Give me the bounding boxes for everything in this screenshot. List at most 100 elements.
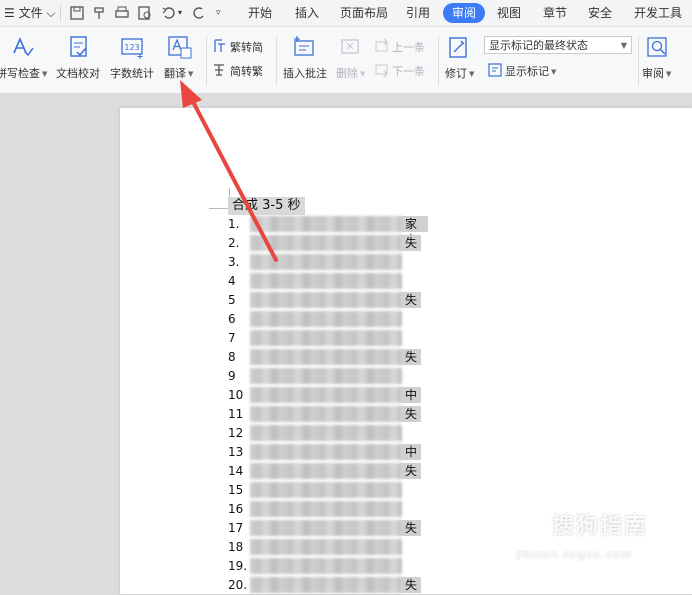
list-item[interactable]: 9 bbox=[228, 367, 428, 386]
list-item[interactable]: 16 bbox=[228, 500, 428, 519]
simp-to-trad-button[interactable]: 简转繁 bbox=[212, 61, 272, 79]
list-item-number: 14 bbox=[228, 464, 244, 478]
blurred-text bbox=[250, 444, 402, 460]
insert-comment-button[interactable]: 插入批注 bbox=[282, 27, 332, 93]
format-painter-icon[interactable] bbox=[90, 4, 108, 22]
list-item[interactable]: 6 bbox=[228, 310, 428, 329]
list-item[interactable]: 2. 失 bbox=[228, 234, 428, 253]
dropdown-arrow-icon: ▼ bbox=[188, 70, 194, 78]
list-item-number: 7 bbox=[228, 331, 236, 345]
document-heading[interactable]: 合成 3-5 秒 bbox=[228, 197, 305, 215]
save-icon[interactable] bbox=[68, 4, 86, 22]
list-item[interactable]: 5失 bbox=[228, 291, 428, 310]
list-item-tail: 失 bbox=[401, 292, 422, 308]
tab-security[interactable]: 安全 bbox=[588, 0, 612, 26]
margin-corner-mark bbox=[209, 188, 230, 209]
word-count-button[interactable]: 123 字数统计 bbox=[108, 27, 158, 93]
list-item-tail: 失 bbox=[401, 406, 422, 422]
prev-comment-icon bbox=[375, 38, 388, 52]
list-item[interactable]: 18 bbox=[228, 538, 428, 557]
blurred-text bbox=[250, 273, 402, 289]
list-item[interactable]: 15 bbox=[228, 481, 428, 500]
undo-icon[interactable] bbox=[160, 4, 178, 22]
list-item-number: 13 bbox=[228, 445, 244, 459]
list-item[interactable]: 14 失 bbox=[228, 462, 428, 481]
app-menu-button[interactable]: ☰ 文件 ⌵ bbox=[4, 0, 56, 26]
tab-review[interactable]: 审阅 bbox=[443, 3, 486, 23]
tab-references[interactable]: 引用 bbox=[406, 0, 430, 26]
dropdown-arrow-icon: ▼ bbox=[551, 68, 557, 76]
review-ribbon: 拼写检查 ▼ 文档校对 123 字数统计 翻译 ▼ 繁转简 简转繁 插入批注 删除 ▼… bbox=[0, 27, 692, 94]
sogou-logo-icon: S bbox=[520, 508, 550, 538]
list-item-number: 10 bbox=[228, 388, 244, 402]
blurred-text bbox=[250, 349, 402, 365]
simp-to-trad-label: 简转繁 bbox=[230, 65, 263, 78]
delete-label: 删除 bbox=[336, 67, 358, 80]
track-changes-icon bbox=[449, 37, 467, 58]
blurred-text bbox=[250, 387, 402, 403]
blurred-text bbox=[250, 558, 402, 574]
list-item-tail: 失 bbox=[401, 463, 422, 479]
print-icon[interactable] bbox=[113, 4, 131, 22]
translate-label: 翻译 bbox=[164, 67, 186, 80]
review-pane-label: 审阅 bbox=[642, 67, 664, 80]
customize-toolbar-icon[interactable]: ▿ bbox=[216, 0, 221, 26]
divider bbox=[438, 36, 439, 86]
blurred-text bbox=[250, 216, 402, 232]
undo-dropdown-icon[interactable]: ▾ bbox=[178, 0, 182, 26]
translate-button[interactable]: 翻译 ▼ bbox=[160, 27, 202, 93]
markup-state-select[interactable]: 显示标记的最终状态 ▼ bbox=[484, 36, 632, 54]
list-item-number: 6 bbox=[228, 312, 236, 326]
tab-view[interactable]: 视图 bbox=[497, 0, 521, 26]
trad-to-simp-label: 繁转简 bbox=[230, 41, 263, 54]
list-item[interactable]: 13 中 bbox=[228, 443, 428, 462]
tab-chapter[interactable]: 章节 bbox=[543, 0, 567, 26]
watermark-title: 搜狗指南 bbox=[552, 514, 649, 539]
prev-label: 上一条 bbox=[392, 41, 425, 54]
list-item[interactable]: 10 中 bbox=[228, 386, 428, 405]
list-item-number: 1. bbox=[228, 217, 240, 231]
divider bbox=[60, 5, 61, 21]
blurred-text bbox=[250, 311, 402, 327]
list-item-number: 15 bbox=[228, 483, 244, 497]
divider bbox=[206, 36, 207, 86]
list-item[interactable]: 12 bbox=[228, 424, 428, 443]
list-item[interactable]: 20. 失 bbox=[228, 576, 428, 595]
list-item-number: 19. bbox=[228, 559, 248, 573]
list-item[interactable]: 4 bbox=[228, 272, 428, 291]
list-item-tail: 中 bbox=[401, 387, 422, 403]
blurred-text bbox=[250, 292, 402, 308]
next-comment-button[interactable]: 下一条 bbox=[374, 61, 434, 79]
list-item[interactable]: 17 失 bbox=[228, 519, 428, 538]
list-item[interactable]: 8失 bbox=[228, 348, 428, 367]
next-comment-icon bbox=[375, 64, 388, 78]
list-item[interactable]: 7 bbox=[228, 329, 428, 348]
list-item[interactable]: 19. bbox=[228, 557, 428, 576]
prev-comment-button[interactable]: 上一条 bbox=[374, 37, 434, 55]
review-pane-button[interactable]: 审阅 ▼ bbox=[640, 27, 680, 93]
list-item[interactable]: 3. bbox=[228, 253, 428, 272]
print-preview-icon[interactable] bbox=[136, 4, 154, 22]
track-changes-button[interactable]: 修订 ▼ bbox=[442, 27, 478, 93]
tab-insert[interactable]: 插入 bbox=[295, 0, 319, 26]
list-item-number: 12 bbox=[228, 426, 244, 440]
doc-proofread-button[interactable]: 文档校对 bbox=[56, 27, 104, 93]
blurred-text bbox=[250, 463, 402, 479]
insert-comment-icon bbox=[294, 36, 314, 56]
tab-start[interactable]: 开始 bbox=[248, 0, 272, 26]
list-item-number: 20. bbox=[228, 578, 248, 592]
tab-developer[interactable]: 开发工具 bbox=[634, 0, 682, 26]
redo-icon[interactable] bbox=[190, 4, 208, 22]
show-markup-button[interactable]: 显示标记 ▼ bbox=[487, 61, 567, 79]
trad-to-simp-button[interactable]: 繁转简 bbox=[212, 37, 272, 55]
list-item-number: 11 bbox=[228, 407, 244, 421]
list-item-number: 18 bbox=[228, 540, 244, 554]
list-item-tail: 中 bbox=[401, 444, 422, 460]
list-item[interactable]: 1. 家中 bbox=[228, 215, 428, 247]
spell-check-button[interactable]: 拼写检查 ▼ bbox=[0, 27, 50, 93]
delete-comment-button[interactable]: 删除 ▼ bbox=[334, 27, 368, 93]
tab-page-layout[interactable]: 页面布局 bbox=[340, 0, 388, 26]
watermark-url: zhinan.sogou.com bbox=[516, 548, 633, 561]
list-item[interactable]: 11 失 bbox=[228, 405, 428, 424]
review-pane-icon bbox=[647, 37, 667, 57]
